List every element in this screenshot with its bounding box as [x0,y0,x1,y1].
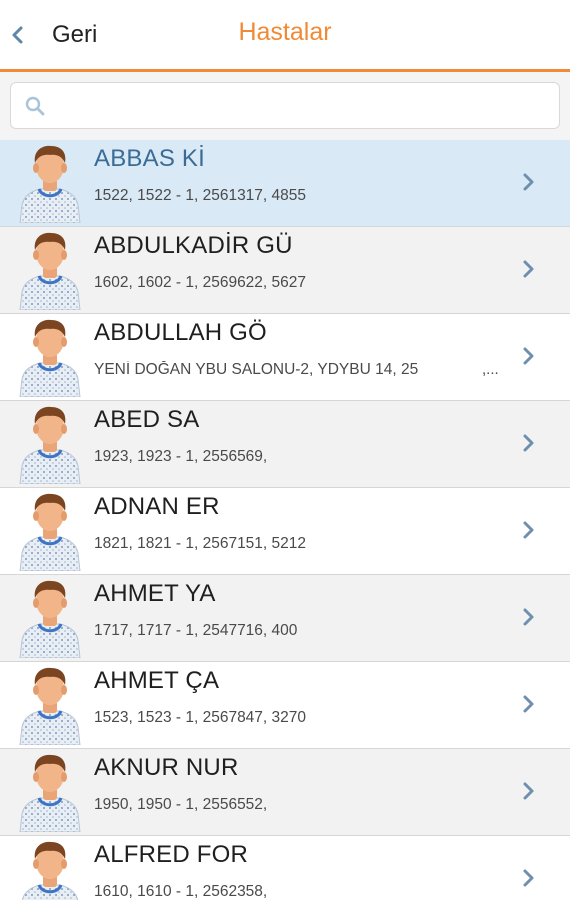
patient-row[interactable]: AKNUR NUR 1950, 1950 - 1, 2556552, [0,749,570,836]
patient-detail: 1523, 1523 - 1, 2567847, 3270 [94,709,307,726]
patient-detail: YENİ DOĞAN YBU SALONU-2, YDYBU 14, 25 [94,361,419,378]
page-title: Hastalar [238,18,332,46]
patient-name: AKNUR NUR [94,754,239,781]
patient-row[interactable]: ALFRED FOR 1610, 1610 - 1, 2562358, [0,836,570,900]
patient-detail-extra: ,... [482,361,499,378]
patient-detail: 1522, 1522 - 1, 2561317, 4855 [94,187,307,204]
patient-name: ABED SA [94,406,200,433]
chevron-right-icon [523,521,534,539]
patient-name: AHMET YA [94,580,216,607]
chevron-right-icon [523,869,534,887]
search-input[interactable] [55,84,549,127]
patient-detail: 1950, 1950 - 1, 2556552, [94,796,268,813]
chevron-right-icon [523,695,534,713]
search-bar [0,72,570,140]
patient-avatar-icon [19,580,81,658]
header-bar: Geri Hastalar [0,0,570,72]
patient-row[interactable]: AHMET YA 1717, 1717 - 1, 2547716, 400 [0,575,570,662]
patient-row[interactable]: AHMET ÇA 1523, 1523 - 1, 2567847, 3270 [0,662,570,749]
chevron-right-icon [523,347,534,365]
patient-detail: 1717, 1717 - 1, 2547716, 400 [94,622,298,639]
search-box[interactable] [10,82,560,129]
search-icon [23,94,47,118]
patient-row[interactable]: ABED SA 1923, 1923 - 1, 2556569, [0,401,570,488]
patient-name: ADNAN ER [94,493,220,520]
chevron-right-icon [523,782,534,800]
chevron-right-icon [523,173,534,191]
patient-avatar-icon [19,145,81,223]
chevron-right-icon [523,434,534,452]
patient-avatar-icon [19,319,81,397]
patient-detail: 1610, 1610 - 1, 2562358, [94,883,268,900]
patient-detail: 1923, 1923 - 1, 2556569, [94,448,268,465]
patient-avatar-icon [19,406,81,484]
patient-name: AHMET ÇA [94,667,220,694]
chevron-right-icon [523,608,534,626]
patient-row[interactable]: ABDULLAH GÖ YENİ DOĞAN YBU SALONU-2, YDY… [0,314,570,401]
patient-list: ABBAS Kİ 1522, 1522 - 1, 2561317, 4855 A… [0,140,570,900]
patient-name: ABDULKADİR GÜ [94,232,293,259]
patient-name: ALFRED FOR [94,841,249,868]
patient-detail: 1602, 1602 - 1, 2569622, 5627 [94,274,307,291]
patient-avatar-icon [19,232,81,310]
chevron-right-icon [523,260,534,278]
patients-screen: Geri Hastalar ABBAS Kİ 1522, 1522 - 1, 2… [0,0,570,900]
patient-name: ABBAS Kİ [94,145,205,172]
patient-avatar-icon [19,754,81,832]
patient-avatar-icon [19,667,81,745]
patient-detail: 1821, 1821 - 1, 2567151, 5212 [94,535,307,552]
patient-avatar-icon [21,841,79,900]
patient-name: ABDULLAH GÖ [94,319,267,346]
patient-row[interactable]: ADNAN ER 1821, 1821 - 1, 2567151, 5212 [0,488,570,575]
patient-avatar-icon [19,493,81,571]
patient-row[interactable]: ABBAS Kİ 1522, 1522 - 1, 2561317, 4855 [0,140,570,227]
patient-row[interactable]: ABDULKADİR GÜ 1602, 1602 - 1, 2569622, 5… [0,227,570,314]
